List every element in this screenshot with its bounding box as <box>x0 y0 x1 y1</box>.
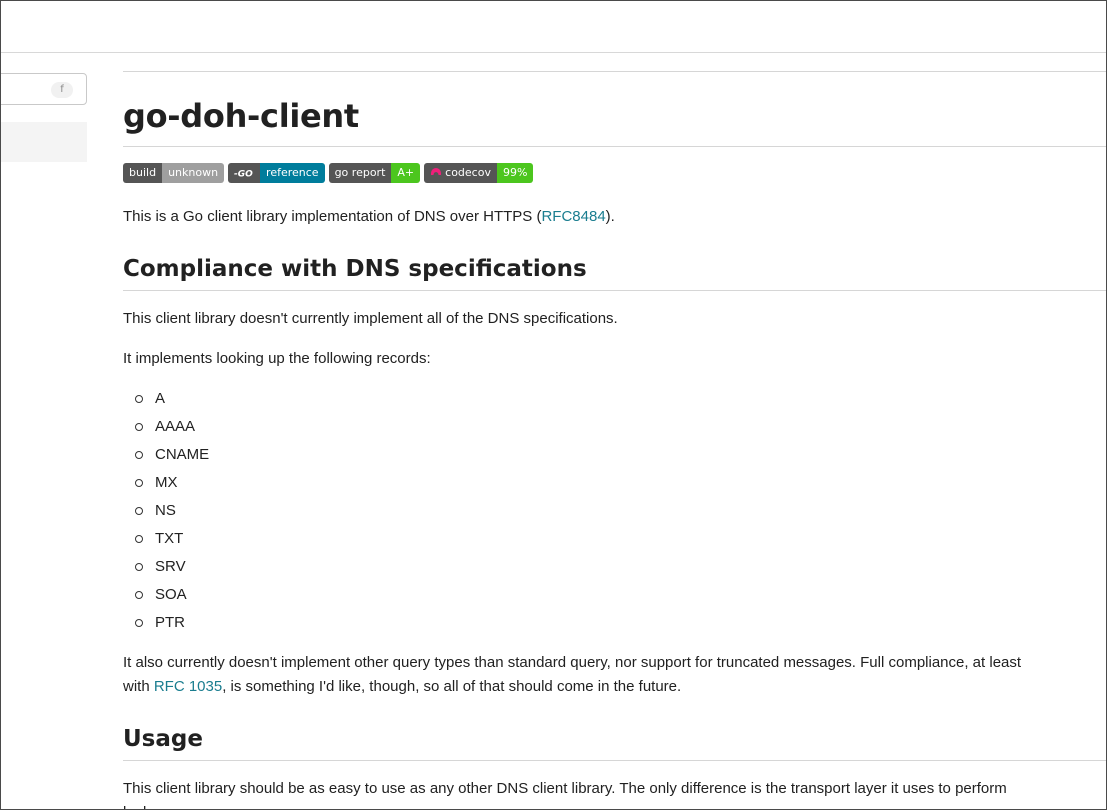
reference-badge[interactable]: -GO reference <box>228 163 325 183</box>
build-badge[interactable]: build unknown <box>123 163 225 183</box>
badge-value: A+ <box>391 163 421 183</box>
badge-label: build <box>123 163 163 183</box>
bullet-icon <box>135 479 143 487</box>
search-input[interactable] <box>1 73 87 105</box>
search-shortcut-hint: f <box>51 82 73 98</box>
bullet-icon <box>135 395 143 403</box>
divider <box>123 290 1106 291</box>
bullet-icon <box>135 591 143 599</box>
go-report-badge[interactable]: go report A+ <box>328 163 421 183</box>
compliance-heading: Compliance with DNS specifications <box>123 256 587 282</box>
divider <box>123 146 1106 147</box>
codecov-icon <box>431 168 442 175</box>
bullet-icon <box>135 423 143 431</box>
badge-value: reference <box>260 163 325 183</box>
codecov-badge[interactable]: codecov 99% <box>424 163 534 183</box>
compliance-paragraph: This client library doesn't currently im… <box>123 310 618 327</box>
top-navigation-bar <box>1 1 1106 53</box>
page-title: go-doh-client <box>123 97 359 135</box>
list-item: MX <box>123 471 209 499</box>
bullet-icon <box>135 535 143 543</box>
divider <box>123 71 1106 72</box>
badge-row: build unknown -GO reference go report A+… <box>123 163 534 183</box>
list-item: TXT <box>123 527 209 555</box>
records-list: A AAAA CNAME MX NS TXT SRV SOA PTR <box>123 387 209 639</box>
intro-paragraph: This is a Go client library implementati… <box>123 208 615 225</box>
compliance-note-line2: with RFC 1035, is something I'd like, th… <box>123 678 682 695</box>
usage-paragraph-cont: lookups. <box>123 801 179 809</box>
list-item: SRV <box>123 555 209 583</box>
svg-text:-GO: -GO <box>234 170 253 179</box>
usage-paragraph: This client library should be as easy to… <box>123 780 1007 797</box>
go-icon: -GO <box>228 163 261 183</box>
bullet-icon <box>135 507 143 515</box>
list-item: AAAA <box>123 415 209 443</box>
browser-viewport: f go-doh-client build unknown -GO refere… <box>0 0 1107 810</box>
badge-label: codecov <box>445 166 491 179</box>
bullet-icon <box>135 451 143 459</box>
rfc8484-link[interactable]: RFC8484 <box>541 208 605 225</box>
sidebar-item-active[interactable] <box>1 122 87 162</box>
usage-heading: Usage <box>123 726 203 752</box>
list-item: SOA <box>123 583 209 611</box>
records-intro-paragraph: It implements looking up the following r… <box>123 350 431 367</box>
list-item: NS <box>123 499 209 527</box>
compliance-note-line1: It also currently doesn't implement othe… <box>123 654 1022 671</box>
bullet-icon <box>135 563 143 571</box>
list-item: PTR <box>123 611 209 639</box>
list-item: A <box>123 387 209 415</box>
badge-value: 99% <box>496 163 534 183</box>
list-item: CNAME <box>123 443 209 471</box>
bullet-icon <box>135 619 143 627</box>
rfc1035-link[interactable]: RFC 1035 <box>154 678 222 695</box>
badge-value: unknown <box>162 163 225 183</box>
divider <box>123 760 1106 761</box>
badge-label: go report <box>328 163 392 183</box>
